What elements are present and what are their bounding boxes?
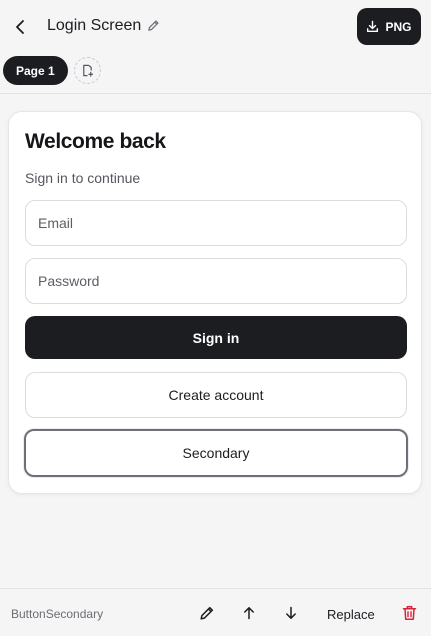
edit-component-button[interactable] [196, 602, 218, 624]
welcome-subtitle: Sign in to continue [25, 170, 141, 186]
replace-button[interactable]: Replace [327, 607, 375, 622]
secondary-button[interactable]: Secondary [24, 429, 408, 477]
page-tab-label: Page 1 [16, 63, 55, 78]
sign-in-button[interactable]: Sign in [25, 316, 407, 359]
arrow-down-icon [286, 606, 296, 619]
secondary-label: Secondary [182, 445, 250, 461]
create-account-button[interactable]: Create account [25, 372, 407, 418]
selected-component-name: ButtonSecondary [11, 607, 104, 621]
move-up-button[interactable] [238, 602, 260, 624]
back-arrow-icon [16, 20, 24, 34]
create-account-label: Create account [168, 387, 264, 403]
selection-toolbar: ButtonSecondary Replace [0, 588, 431, 636]
email-field[interactable] [25, 200, 407, 246]
delete-button[interactable] [398, 602, 420, 624]
move-down-button[interactable] [280, 602, 302, 624]
login-card: Welcome back Sign in to continue Sign in… [8, 111, 422, 494]
tab-page-1[interactable]: Page 1 [3, 56, 68, 85]
top-bar: Login Screen PNG Page 1 [0, 0, 431, 94]
arrow-up-icon [244, 607, 254, 620]
export-png-button[interactable]: PNG [357, 8, 421, 45]
app-root: Login Screen PNG Page 1 Welcome back Sig… [0, 0, 431, 636]
pencil-icon[interactable] [147, 19, 161, 33]
sign-in-label: Sign in [192, 329, 240, 346]
trash-icon [402, 606, 416, 620]
back-button[interactable] [8, 14, 34, 40]
password-field[interactable] [25, 258, 407, 304]
pencil-icon [200, 606, 214, 620]
screen-title[interactable]: Login Screen [47, 17, 161, 35]
add-page-button[interactable] [74, 57, 101, 84]
add-page-icon [83, 64, 94, 77]
export-png-label: PNG [385, 19, 412, 34]
screen-title-text: Login Screen [47, 17, 142, 34]
download-icon [367, 20, 379, 33]
welcome-heading: Welcome back [25, 130, 166, 153]
